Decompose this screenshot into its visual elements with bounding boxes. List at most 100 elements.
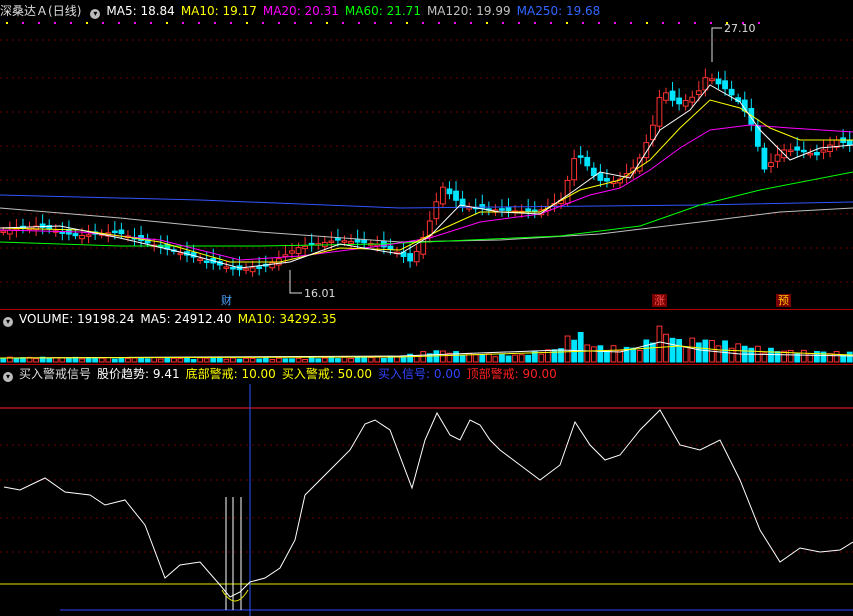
volume-bar (689, 337, 696, 363)
volume-bar (243, 357, 249, 363)
signal-dot (182, 22, 184, 24)
candle (768, 162, 774, 167)
signal-dot (518, 22, 520, 24)
volume-bar (65, 357, 72, 363)
volume-bar (197, 357, 204, 363)
ma250-line (0, 194, 853, 209)
volume-bar (275, 357, 282, 363)
volume-bar (584, 344, 591, 363)
signal-dot (454, 22, 456, 24)
volume-bar (256, 358, 263, 363)
candle (177, 252, 184, 256)
candle (761, 147, 768, 170)
candle (656, 97, 663, 127)
volume-bar (512, 354, 518, 363)
volume-bar (827, 353, 833, 363)
volume-bar (459, 355, 466, 363)
candle (571, 158, 578, 181)
volume-bar (151, 357, 158, 363)
signal-dot (694, 22, 696, 24)
forecast-marker[interactable]: 预 (776, 294, 791, 307)
signal-dot (582, 22, 584, 24)
signal-dot (38, 22, 40, 24)
volume-bar (203, 358, 210, 363)
signal-dot (646, 22, 648, 24)
volume-bar (656, 325, 663, 363)
candle (72, 233, 79, 237)
volume-bar (630, 347, 637, 363)
candle (722, 80, 728, 90)
low-price-label: 16.01 (304, 287, 336, 300)
signal-dot (118, 22, 120, 24)
candle (564, 179, 571, 204)
volume-bar (190, 358, 197, 363)
volume-bar (210, 357, 217, 363)
volume-bar (394, 356, 400, 363)
candle (354, 239, 361, 243)
candle (328, 240, 335, 244)
stock-chart-canvas[interactable] (0, 0, 853, 616)
volume-bar (131, 357, 138, 363)
volume-bar (505, 355, 512, 363)
candle (111, 230, 118, 234)
candle (433, 201, 440, 220)
volume-bar (144, 358, 151, 363)
volume-bar (715, 345, 722, 363)
signal-dot (598, 22, 600, 24)
candle (341, 240, 348, 243)
volume-bar (92, 357, 99, 363)
volume-bar (98, 357, 105, 363)
volume-bar (157, 358, 164, 363)
candle (203, 260, 210, 263)
candle (682, 100, 689, 107)
signal-dot (630, 22, 632, 24)
candle (590, 167, 597, 177)
candle (446, 188, 453, 195)
finance-marker[interactable]: 财 (219, 294, 234, 307)
candle (499, 208, 505, 211)
candle (715, 78, 722, 85)
volume-bar (774, 351, 781, 363)
limit-up-marker[interactable]: 涨 (652, 294, 667, 307)
candle (787, 149, 794, 152)
candle (289, 250, 295, 254)
volume-bar (282, 358, 289, 363)
candle (453, 190, 459, 201)
volume-bar (735, 343, 742, 363)
volume-bar (846, 351, 853, 363)
volume-bar (380, 357, 387, 363)
volume-bar (216, 357, 223, 363)
volume-bar (230, 357, 236, 363)
candle (794, 146, 801, 151)
volume-bar (236, 358, 243, 363)
volume-bar (177, 358, 184, 363)
volume-bar (111, 358, 118, 363)
candle (230, 266, 236, 270)
candle (669, 90, 676, 101)
volume-bar (590, 346, 597, 363)
volume-bar (79, 358, 85, 363)
candle (676, 97, 683, 105)
candle (118, 229, 125, 235)
candle (295, 247, 302, 255)
volume-bar (604, 350, 610, 363)
signal-dot (246, 22, 248, 24)
candle (256, 266, 263, 269)
volume-bar (597, 345, 604, 363)
volume-bar (184, 357, 190, 363)
candle (604, 177, 610, 182)
signal-dot (214, 22, 216, 24)
candle (282, 254, 289, 257)
signal-dot (614, 22, 616, 24)
candle (584, 156, 591, 167)
volume-bar (479, 354, 486, 363)
volume-bar (663, 333, 669, 363)
volume-bar (636, 349, 643, 363)
volume-bar (33, 358, 39, 363)
volume-bar (669, 337, 676, 363)
volume-bar (525, 354, 532, 363)
signal-dot (550, 22, 552, 24)
signal-dot (406, 22, 408, 24)
volume-bar (59, 357, 66, 363)
candle (85, 234, 92, 237)
